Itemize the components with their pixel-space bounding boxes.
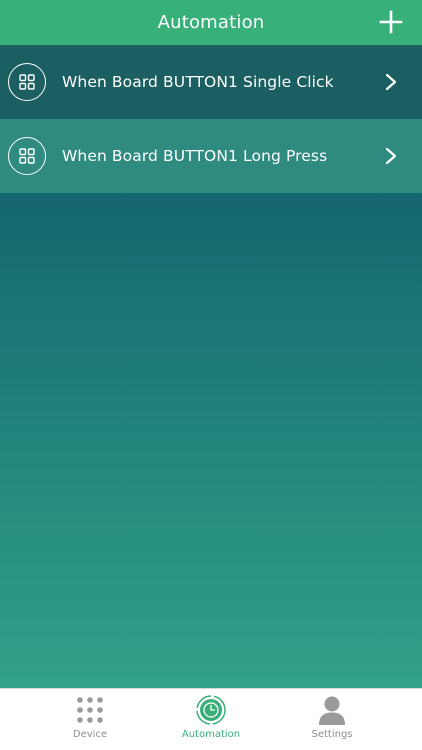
tab-label: Device: [72, 729, 108, 740]
rule-list: When Board BUTTON1 Single Click When Boa…: [0, 45, 422, 193]
tab-automation[interactable]: Automation: [161, 689, 261, 750]
rule-item[interactable]: When Board BUTTON1 Long Press: [0, 119, 422, 193]
tab-label: Automation: [181, 729, 241, 740]
page-title: Automation: [157, 12, 265, 33]
grid-icon: [8, 137, 46, 175]
chevron-right-icon: [385, 147, 397, 165]
tab-bar: Device Automation Settings: [0, 688, 422, 750]
rule-label: When Board BUTTON1 Long Press: [62, 147, 328, 165]
rule-label: When Board BUTTON1 Single Click: [62, 73, 334, 91]
add-automation-button[interactable]: [378, 9, 404, 35]
grid-icon: [8, 63, 46, 101]
automation-list-area: When Board BUTTON1 Single Click When Boa…: [0, 45, 422, 688]
tab-label: Settings: [311, 729, 353, 740]
automation-screen: Automation When Board BUTTON1 Single Cli…: [0, 0, 422, 750]
plus-icon: [379, 10, 403, 34]
header-bar: Automation: [0, 0, 422, 45]
clock-icon: [196, 695, 226, 725]
tab-device[interactable]: Device: [40, 689, 140, 750]
dots-grid-icon: [77, 697, 103, 723]
chevron-right-icon: [385, 73, 397, 91]
person-icon: [319, 696, 345, 725]
tab-settings[interactable]: Settings: [282, 689, 382, 750]
rule-item[interactable]: When Board BUTTON1 Single Click: [0, 45, 422, 119]
